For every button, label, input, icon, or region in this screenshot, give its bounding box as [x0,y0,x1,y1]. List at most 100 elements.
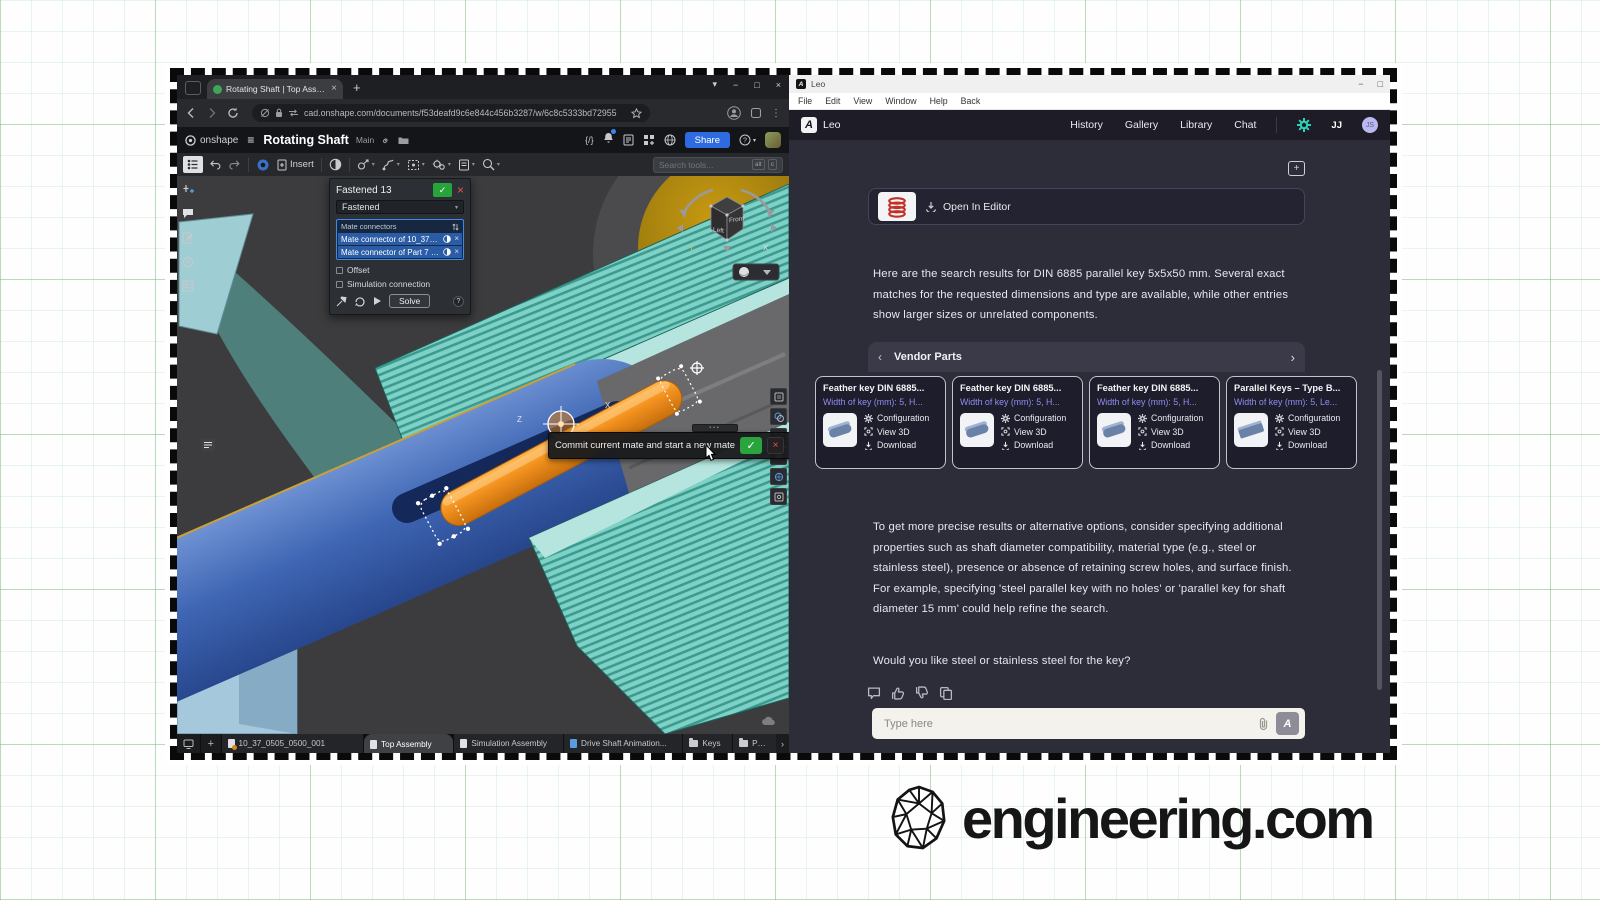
download-link[interactable]: Download [1001,440,1066,450]
gears-group[interactable]: ▾ [432,159,451,171]
editor-result-card[interactable]: Open In Editor [868,188,1305,225]
download-link[interactable]: Download [1138,440,1203,450]
address-bar[interactable]: cad.onshape.com/documents/f53deafd9c6e84… [252,104,650,122]
solve-button[interactable]: Solve [389,294,430,308]
vendor-card[interactable]: Feather key DIN 6885... Width of key (mm… [815,376,946,469]
assembly-tree-tool[interactable] [183,156,203,173]
mate-type-select[interactable]: Fastened ▾ [336,200,464,214]
tasks-icon[interactable] [623,134,634,146]
mate-accept-button[interactable]: ✓ [433,183,452,197]
simulation-option[interactable]: Simulation connection [336,279,464,289]
explode-view-icon[interactable] [770,468,787,485]
share-button[interactable]: Share [685,132,730,148]
configuration-link[interactable]: Configuration [864,413,929,423]
leo-minimize-button[interactable]: − [1358,79,1363,89]
doc-tab-animation[interactable]: Drive Shaft Animation... [564,734,682,753]
play-mate-icon[interactable] [373,296,382,306]
pin-mate-icon[interactable] [336,296,347,307]
nav-gallery[interactable]: Gallery [1125,119,1158,131]
configuration-link[interactable]: Configuration [1001,413,1066,423]
featurescript-icon[interactable]: {/} [585,135,594,145]
tab-close-icon[interactable]: × [331,84,337,94]
help-menu[interactable]: ? ▾ [739,134,756,146]
menu-back[interactable]: Back [961,96,981,106]
comments-panel-icon[interactable] [180,206,195,221]
leo-logo-icon[interactable]: A [801,117,817,133]
view3d-link[interactable]: View 3D [1138,427,1203,437]
commit-mate-button[interactable]: ✓ [740,437,762,454]
cad-viewport[interactable]: Z X Left Front Y [177,176,789,734]
back-icon[interactable] [185,107,197,119]
copy-icon[interactable] [939,686,953,700]
mate-connector-panel-icon[interactable] [180,182,195,197]
snapshot-group[interactable]: ▾ [382,159,400,171]
simulation-checkbox[interactable] [336,281,343,288]
menu-edit[interactable]: Edit [825,96,840,106]
extensions-icon[interactable] [750,107,762,119]
branch-label[interactable]: Main [356,135,374,145]
remove-connector-icon[interactable]: × [454,235,459,243]
nav-history[interactable]: History [1070,119,1103,131]
maximize-button[interactable]: □ [754,80,759,90]
revolve-tool-icon[interactable] [329,158,342,171]
versions-panel-icon[interactable] [180,254,195,269]
chat-input[interactable] [884,718,1251,730]
discard-mate-button[interactable]: × [767,437,784,454]
folder-icon[interactable] [398,136,409,145]
minimize-button[interactable]: − [733,80,738,90]
offset-option[interactable]: Offset [336,265,464,275]
structure-toggle-icon[interactable] [201,438,215,456]
add-tab-button[interactable]: + [201,734,220,753]
browser-tab[interactable]: Rotating Shaft | Top Assembly × [207,79,343,99]
reload-icon[interactable] [227,107,239,119]
search-tools[interactable]: alt c [653,157,783,173]
settings-gear-icon[interactable] [1297,118,1311,132]
configuration-link[interactable]: Configuration [1275,413,1340,423]
leo-maximize-button[interactable]: □ [1378,79,1383,89]
menu-help[interactable]: Help [930,96,948,106]
profile-icon[interactable] [727,106,741,120]
view3d-link[interactable]: View 3D [1275,427,1340,437]
chat-scrollbar[interactable] [1377,370,1382,690]
globe-icon[interactable] [664,134,676,146]
notifications-bell[interactable] [603,131,614,149]
menu-file[interactable]: File [798,96,812,106]
selection-group[interactable]: ▾ [407,159,425,171]
browser-menu-icon[interactable]: ⋮ [771,108,781,119]
offset-checkbox[interactable] [336,267,343,274]
tabs-chevron-icon[interactable]: ▾ [713,79,718,90]
mate-connector-item[interactable]: Mate connector of 10_37_... × [338,233,462,245]
animate-mate-icon[interactable] [354,296,366,307]
sort-icon[interactable] [452,223,459,231]
new-chat-icon[interactable]: + [1288,161,1305,176]
undo-icon[interactable] [210,160,222,170]
edit-doc-panel-icon[interactable] [180,230,195,245]
menu-view[interactable]: View [853,96,872,106]
mate-tool-icon[interactable] [256,158,270,172]
insert-tool[interactable]: Insert [277,159,314,171]
tab-search-icon[interactable] [185,81,201,95]
config-panel-icon[interactable] [770,388,787,405]
flip-axis-icon[interactable] [443,235,451,243]
open-in-editor-button[interactable]: Open In Editor [925,201,1011,213]
carousel-left-icon[interactable]: ‹ [878,350,882,364]
drawing-group[interactable]: ▾ [458,159,475,171]
remove-connector-icon[interactable]: × [454,248,459,256]
user-name[interactable]: JJ [1331,120,1342,131]
attach-paperclip-icon[interactable] [1258,717,1269,731]
named-views-icon[interactable] [770,488,787,505]
tab-manager-icon[interactable] [177,734,200,753]
document-menu-icon[interactable]: ≡ [247,133,254,147]
tabs-overflow-chevron[interactable]: › [776,734,789,753]
comment-feedback-icon[interactable] [867,686,881,700]
new-tab-button[interactable]: + [353,81,361,94]
vendor-card[interactable]: Feather key DIN 6885... Width of key (mm… [1089,376,1220,469]
analysis-group[interactable]: ▾ [482,158,500,171]
vendor-card[interactable]: Parallel Keys – Type B... Width of key (… [1226,376,1357,469]
leo-user-avatar[interactable]: JS [1362,117,1378,133]
link-icon[interactable] [381,135,391,145]
download-link[interactable]: Download [1275,440,1340,450]
view3d-link[interactable]: View 3D [864,427,929,437]
mate-connector-item[interactable]: Mate connector of Part 7 <... × [338,246,462,258]
dialog-help-icon[interactable]: ? [453,296,464,307]
